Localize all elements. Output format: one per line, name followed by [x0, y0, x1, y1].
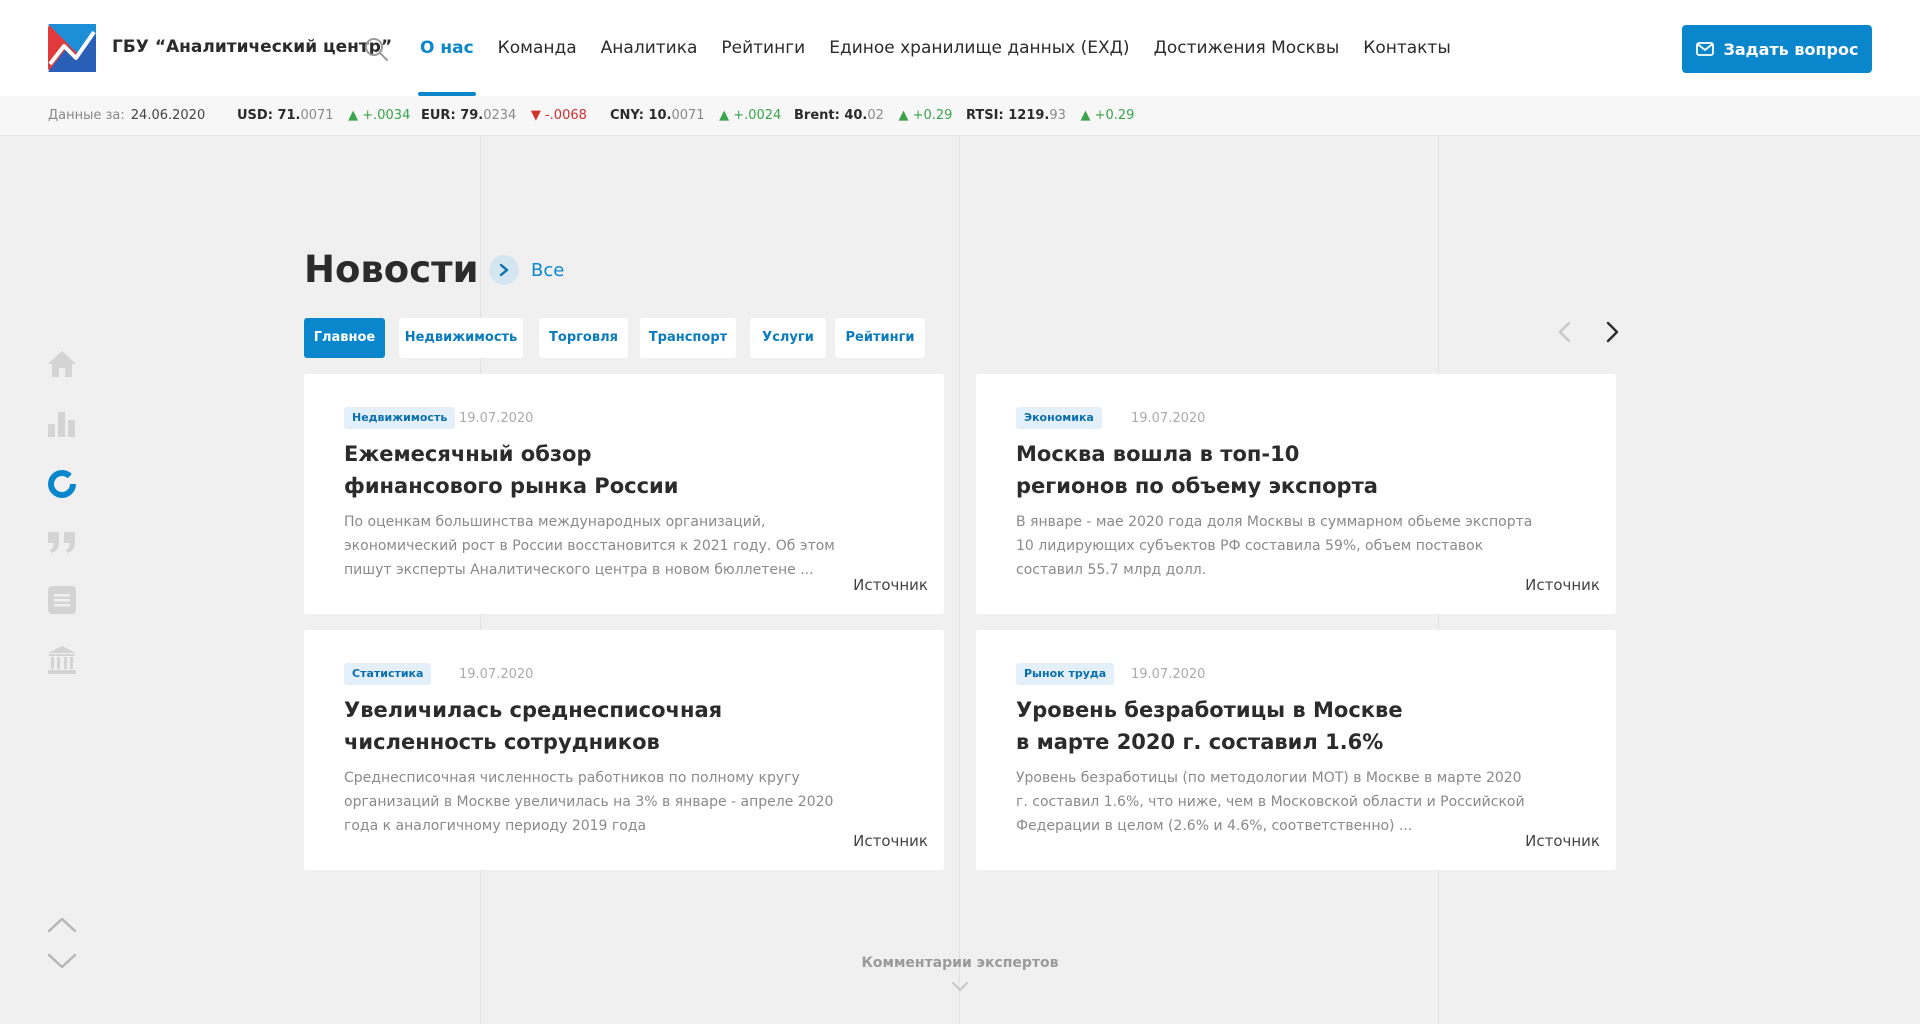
nav-item-achievements[interactable]: Достижения Москвы: [1154, 0, 1340, 96]
ticker-value-fraction: 02: [867, 108, 884, 123]
news-date: 19.07.2020: [459, 667, 534, 682]
ticker-item-brent: Brent: 40.02 ▲ +0.29: [794, 108, 952, 123]
ticker-change: ▲ +.0034: [348, 108, 411, 123]
news-date: 19.07.2020: [1131, 667, 1206, 682]
ticker-change: ▲ +0.29: [1080, 108, 1135, 123]
ticker-value: 71.: [277, 108, 301, 123]
tab-transport[interactable]: Транспорт: [640, 318, 736, 358]
news-title-link[interactable]: Уровень безработицы в Москве в марте 202…: [1016, 694, 1416, 758]
nav-item-data-storage[interactable]: Единое хранилище данных (ЕХД): [829, 0, 1129, 96]
chevron-down-icon[interactable]: [950, 980, 970, 994]
tab-ratings[interactable]: Рейтинги: [835, 318, 925, 358]
tab-trade[interactable]: Торговля: [539, 318, 628, 358]
ticker-name: RTSI:: [966, 108, 1004, 123]
ticker-change: ▲ +.0024: [719, 108, 782, 123]
nav-item-contacts[interactable]: Контакты: [1363, 0, 1451, 96]
mail-icon: [1695, 42, 1714, 56]
donut-chart-icon[interactable]: [46, 468, 78, 500]
news-title: Новости: [304, 248, 479, 291]
ticker-name: USD:: [237, 108, 273, 123]
chevron-right-icon: [499, 263, 509, 277]
news-category-badge[interactable]: Рынок труда: [1016, 663, 1115, 685]
brand-name: ГБУ “Аналитический центр”: [112, 37, 393, 57]
ticker-date-label: Данные за:: [48, 108, 125, 123]
news-date: 19.07.2020: [459, 411, 534, 426]
news-title-link[interactable]: Москва вошла в топ-10 регионов по объему…: [1016, 438, 1416, 502]
all-news-link[interactable]: Все: [531, 260, 564, 281]
news-category-badge[interactable]: Недвижимость: [344, 407, 456, 429]
document-icon[interactable]: [46, 584, 78, 616]
news-source-link[interactable]: Источник: [853, 832, 928, 850]
tab-services[interactable]: Услуги: [750, 318, 826, 358]
news-date: 19.07.2020: [1131, 411, 1206, 426]
currency-ticker: Данные за: 24.06.2020 USD: 71.0071 ▲ +.00…: [0, 96, 1920, 136]
news-card[interactable]: Статистика 19.07.2020 Увеличилась средне…: [304, 630, 944, 870]
news-excerpt: По оценкам большинства международных орг…: [344, 514, 835, 578]
all-news-arrow[interactable]: [489, 255, 519, 285]
news-source-link[interactable]: Источник: [1525, 832, 1600, 850]
ticker-value: 1219.: [1008, 108, 1050, 123]
logo-icon[interactable]: [48, 24, 96, 72]
news-card[interactable]: Экономика 19.07.2020 Москва вошла в топ-…: [976, 374, 1616, 614]
ticker-date: Данные за: 24.06.2020: [48, 108, 205, 123]
ticker-date-value: 24.06.2020: [130, 108, 206, 123]
bar-chart-icon[interactable]: [46, 408, 78, 440]
next-section-label[interactable]: Комментарии экспертов: [0, 955, 1920, 971]
ticker-value-fraction: 0071: [300, 108, 334, 123]
main-nav: О нас Команда Аналитика Рейтинги Единое …: [418, 0, 1475, 96]
ticker-item-cny: CNY: 10.0071 ▲ +.0024: [610, 108, 781, 123]
news-excerpt: В январе - мае 2020 года доля Москвы в с…: [1016, 514, 1533, 578]
ticker-name: CNY:: [610, 108, 644, 123]
ask-question-button[interactable]: Задать вопрос: [1682, 25, 1872, 73]
news-title-link[interactable]: Увеличилась среднесписочная численность …: [344, 694, 744, 758]
carousel-prev-arrow-icon[interactable]: [1551, 318, 1579, 346]
nav-item-about[interactable]: О нас: [418, 0, 476, 96]
ticker-value-fraction: 0071: [671, 108, 705, 123]
ticker-item-eur: EUR: 79.0234 ▼ -.0068: [421, 108, 587, 123]
news-excerpt: Среднесписочная численность работников п…: [344, 770, 834, 834]
ticker-item-rtsi: RTSI: 1219.93 ▲ +0.29: [966, 108, 1134, 123]
scroll-up-chevron-icon[interactable]: [46, 915, 78, 935]
grid-line: [959, 136, 960, 1024]
ticker-value: 40.: [844, 108, 868, 123]
ticker-value-fraction: 93: [1049, 108, 1066, 123]
ticker-value-fraction: 0234: [483, 108, 517, 123]
nav-item-ratings[interactable]: Рейтинги: [721, 0, 805, 96]
ticker-name: EUR:: [421, 108, 456, 123]
carousel-next-arrow-icon[interactable]: [1598, 318, 1626, 346]
ticker-item-usd: USD: 71.0071 ▲ +.0034: [237, 108, 410, 123]
ticker-value: 10.: [648, 108, 672, 123]
ticker-name: Brent:: [794, 108, 840, 123]
header: ГБУ “Аналитический центр” О нас Команда …: [0, 0, 1920, 96]
news-title-link[interactable]: Ежемесячный обзор финансового рынка Росс…: [344, 438, 744, 502]
quote-icon[interactable]: [46, 526, 78, 558]
news-excerpt: Уровень безработицы (по методологии МОТ)…: [1016, 770, 1525, 834]
tab-main[interactable]: Главное: [304, 318, 385, 358]
nav-item-analytics[interactable]: Аналитика: [601, 0, 698, 96]
news-source-link[interactable]: Источник: [1525, 576, 1600, 594]
ask-question-label: Задать вопрос: [1723, 39, 1859, 59]
ticker-change: ▲ +0.29: [898, 108, 953, 123]
news-category-badge[interactable]: Статистика: [344, 663, 432, 685]
news-card[interactable]: Рынок труда 19.07.2020 Уровень безработи…: [976, 630, 1616, 870]
nav-item-team[interactable]: Команда: [498, 0, 577, 96]
news-category-badge[interactable]: Экономика: [1016, 407, 1102, 429]
search-icon[interactable]: [363, 36, 389, 62]
news-card[interactable]: Недвижимость 19.07.2020 Ежемесячный обзо…: [304, 374, 944, 614]
news-source-link[interactable]: Источник: [853, 576, 928, 594]
home-icon[interactable]: [46, 348, 78, 380]
ticker-value: 79.: [460, 108, 484, 123]
institution-icon[interactable]: [46, 644, 78, 676]
ticker-change: ▼ -.0068: [530, 108, 587, 123]
tab-real-estate[interactable]: Недвижимость: [399, 318, 523, 358]
